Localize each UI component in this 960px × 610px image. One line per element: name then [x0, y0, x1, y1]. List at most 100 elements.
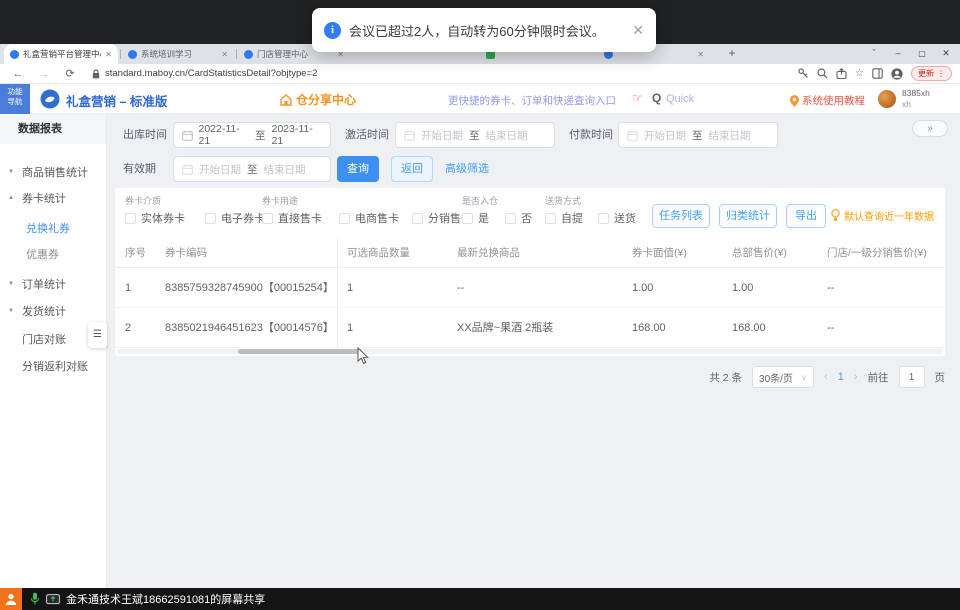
- task-list-button[interactable]: 任务列表: [652, 204, 710, 228]
- checkbox-warehouse-no[interactable]: 否: [505, 210, 532, 226]
- col-header-face-value: 券卡面值(¥): [622, 238, 722, 268]
- goto-page-input[interactable]: [898, 366, 925, 388]
- checkbox-icon[interactable]: [462, 212, 473, 224]
- sidebar-item-order-stats[interactable]: ▼ 订单统计: [0, 274, 107, 294]
- fixed-column-divider: [337, 238, 338, 348]
- sidebar-item-rebate-reconcile[interactable]: 分销返利对账: [0, 356, 107, 376]
- lightbulb-icon: [831, 209, 840, 221]
- group-title-warehouse: 是否入仓: [462, 196, 499, 206]
- screen: 礼盒营销平台管理中心 ✕ 系统培训学习 ✕ 门店管理中心 ✕ ✕ + ˇ – ▢…: [0, 0, 960, 610]
- address-bar[interactable]: standard.maboy.cn/CardStatisticsDetail?o…: [92, 68, 798, 79]
- sidebar-collapse-handle[interactable]: ☰: [88, 322, 107, 348]
- checkbox-physical-card[interactable]: 实体券卡: [125, 210, 185, 226]
- outbound-date-range-input[interactable]: 2022-11-21 至 2023-11-21: [173, 122, 331, 148]
- zoom-icon[interactable]: [817, 68, 828, 79]
- lock-icon: [92, 68, 100, 78]
- sidebar-item-product-sales[interactable]: ▼ 商品销售统计: [0, 162, 107, 182]
- house-icon: [280, 93, 292, 106]
- sidebar-item-exchange-coupon[interactable]: 兑换礼券: [0, 218, 107, 238]
- tutorial-link[interactable]: 系统使用教程: [790, 93, 865, 108]
- browser-tab-2[interactable]: 系统培训学习 ✕: [122, 44, 234, 64]
- calendar-icon: [404, 130, 415, 141]
- toast-close-icon[interactable]: ✕: [632, 22, 644, 39]
- next-page-icon[interactable]: ›: [854, 371, 858, 383]
- checkbox-icon[interactable]: [125, 212, 136, 224]
- current-page[interactable]: 1: [838, 371, 844, 383]
- checkbox-icon[interactable]: [598, 212, 609, 224]
- share-icon[interactable]: [836, 68, 847, 79]
- key-icon[interactable]: [798, 68, 809, 79]
- window-close-icon[interactable]: ✕: [934, 44, 958, 64]
- total-count: 共 2 条: [709, 371, 743, 384]
- calendar-icon: [627, 130, 638, 141]
- profile-icon[interactable]: [891, 67, 903, 80]
- window-menu-icon[interactable]: ˇ: [862, 44, 886, 64]
- chevron-down-icon: ▼: [8, 281, 14, 287]
- app-logo: [40, 89, 60, 109]
- checkbox-delivery[interactable]: 送货: [598, 210, 636, 226]
- checkbox-icon[interactable]: [339, 212, 350, 224]
- checkbox-direct-sale[interactable]: 直接售卡: [262, 210, 322, 226]
- tab-label: 礼盒营销平台管理中心: [23, 49, 102, 59]
- search-button[interactable]: 查询: [337, 156, 379, 182]
- presenter-avatar: [0, 588, 22, 610]
- scrollbar-thumb[interactable]: [238, 349, 362, 354]
- more-icon: ⋮: [937, 69, 945, 78]
- tab-close-icon[interactable]: ✕: [105, 50, 112, 59]
- main-content: » 出库时间 2022-11-21 至 2023-11-21 激活时间 开始日期…: [107, 114, 960, 588]
- export-button[interactable]: 导出: [786, 204, 826, 228]
- forward-icon[interactable]: →: [36, 68, 52, 80]
- warehouse-share-link[interactable]: 仓分享中心: [280, 91, 356, 108]
- page-size-select[interactable]: 30条/页 ∨: [752, 366, 815, 388]
- sidebar-item-card-stats[interactable]: ▲ 券卡统计: [0, 188, 107, 208]
- pay-date-range-input[interactable]: 开始日期 至 结束日期: [618, 122, 778, 148]
- tab-favicon: [244, 49, 253, 59]
- screen-share-icon: [46, 593, 60, 604]
- tab-close-icon[interactable]: ✕: [221, 50, 228, 59]
- checkbox-warehouse-yes[interactable]: 是: [462, 210, 489, 226]
- horizontal-scrollbar[interactable]: [117, 349, 943, 354]
- user-avatar[interactable]: [878, 90, 896, 108]
- checkbox-ecard[interactable]: 电子券卡: [205, 210, 265, 226]
- checkbox-icon[interactable]: [412, 212, 423, 224]
- group-title-delivery: 送货方式: [545, 196, 582, 206]
- checkbox-self-pickup[interactable]: 自提: [545, 210, 583, 226]
- sidebar-item-shipping-stats[interactable]: ▼ 发货统计: [0, 301, 107, 321]
- default-query-tip: 默认查询近一年数据: [831, 208, 934, 223]
- sidebar-item-discount-coupon[interactable]: 优惠券: [0, 244, 107, 264]
- table-cell: 8385021946451623【00014576】: [155, 308, 337, 348]
- new-tab-button[interactable]: +: [724, 46, 740, 62]
- bookmark-star-icon[interactable]: ☆: [855, 68, 864, 79]
- advanced-filter-link[interactable]: 高级筛选: [445, 156, 489, 182]
- activate-date-range-input[interactable]: 开始日期 至 结束日期: [395, 122, 555, 148]
- checkbox-icon[interactable]: [205, 212, 216, 224]
- collapse-filters-button[interactable]: »: [912, 120, 948, 137]
- back-button[interactable]: 返回: [391, 156, 433, 182]
- quick-entry-link[interactable]: 更快捷的券卡、订单和快递查询入口: [448, 93, 616, 108]
- browser-tab-1[interactable]: 礼盒营销平台管理中心 ✕: [4, 44, 118, 64]
- quick-search-label[interactable]: Quick: [666, 93, 694, 105]
- tab-close-icon[interactable]: ✕: [697, 50, 704, 59]
- table-cell: 8385759328745900【00015254】: [155, 268, 337, 308]
- checkbox-icon[interactable]: [545, 212, 556, 224]
- nav-toggle-button[interactable]: 功能 导航: [0, 84, 30, 114]
- table-cell: 1: [337, 268, 447, 308]
- table-cell: --: [817, 268, 945, 308]
- checkbox-icon[interactable]: [505, 212, 516, 224]
- window-minimize-icon[interactable]: –: [886, 44, 910, 64]
- tab-separator: [236, 49, 237, 59]
- quick-search-icon[interactable]: Q: [652, 91, 661, 105]
- checkbox-icon[interactable]: [262, 212, 273, 224]
- table-cell: --: [447, 268, 622, 308]
- group-title-usage: 券卡用途: [262, 196, 299, 206]
- table-cell: 168.00: [722, 308, 817, 348]
- prev-page-icon[interactable]: ‹: [824, 371, 828, 383]
- reload-icon[interactable]: ⟳: [62, 67, 78, 80]
- back-icon[interactable]: ←: [10, 68, 26, 80]
- validity-date-range-input[interactable]: 开始日期 至 结束日期: [173, 156, 331, 182]
- category-stats-button[interactable]: 归类统计: [719, 204, 777, 228]
- window-maximize-icon[interactable]: ▢: [910, 44, 934, 64]
- browser-update-chip[interactable]: 更新 ⋮: [911, 66, 952, 81]
- checkbox-ecommerce-sale[interactable]: 电商售卡: [339, 210, 399, 226]
- side-panel-icon[interactable]: [872, 68, 883, 79]
